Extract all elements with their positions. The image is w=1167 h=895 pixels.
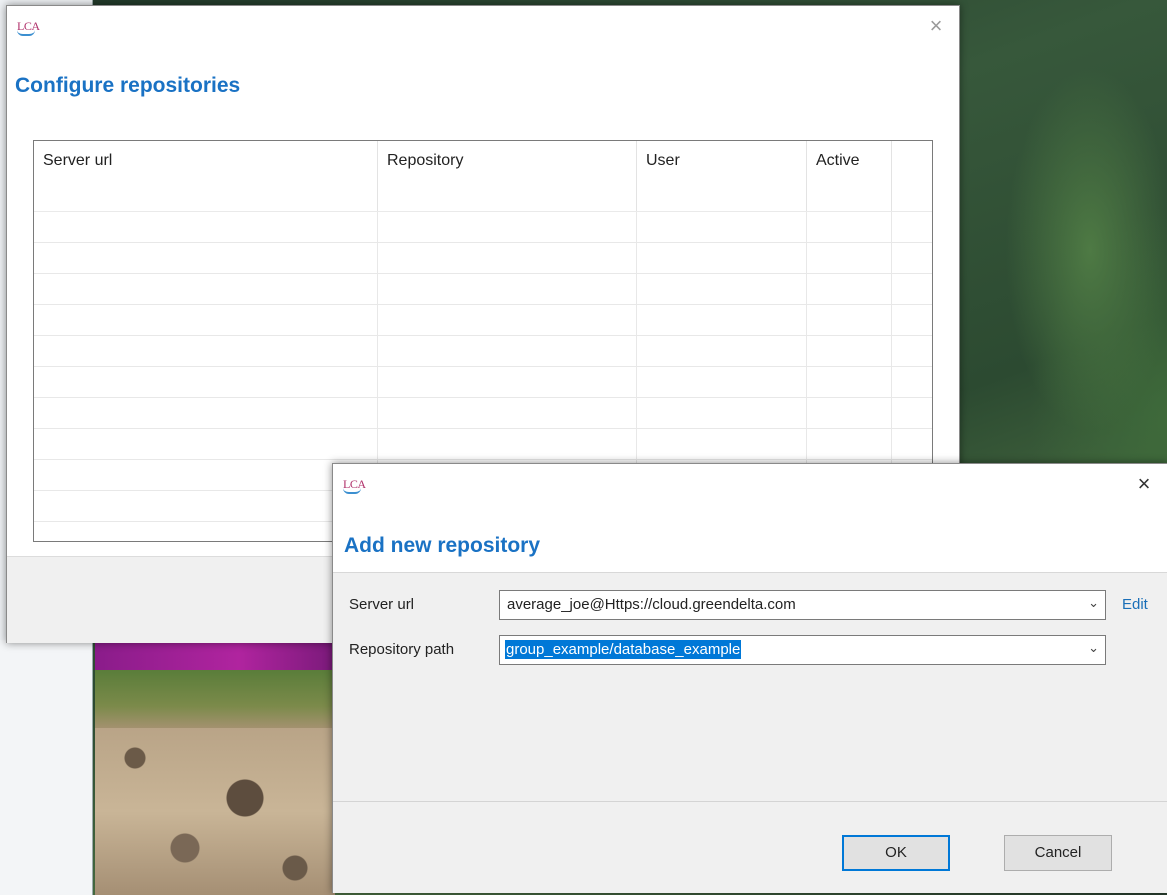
table-row [34,336,932,367]
table-cell [34,212,378,242]
lca-app-icon: LCA [17,20,40,36]
table-cell [807,243,892,273]
table-cell [807,305,892,335]
server-url-row: Server url average_joe@Https://cloud.gre… [349,590,1159,620]
chevron-down-icon[interactable]: ⌄ [1088,595,1099,611]
table-cell [378,367,637,397]
table-cell [892,367,930,397]
lca-app-icon: LCA [343,478,366,494]
table-cell [378,398,637,428]
column-header-filler [892,141,930,211]
table-cell [892,212,930,242]
table-cell [892,243,930,273]
close-icon[interactable]: × [1129,472,1159,496]
dialog-footer: OK Cancel [333,801,1167,893]
repository-path-row: Repository path group_example/database_e… [349,635,1119,665]
cancel-button[interactable]: Cancel [1004,835,1112,871]
dialog-titlebar[interactable]: LCA × [333,464,1167,504]
table-cell [34,429,378,459]
image-rocks [95,728,335,895]
table-row [34,367,932,398]
table-cell [34,491,378,521]
dialog-titlebar[interactable]: LCA × [7,6,959,48]
table-cell [378,212,637,242]
table-cell [807,336,892,366]
table-cell [892,336,930,366]
table-cell [378,429,637,459]
table-cell [34,522,378,541]
table-cell [807,398,892,428]
table-row [34,274,932,305]
table-cell [807,429,892,459]
table-cell [378,274,637,304]
table-cell [378,336,637,366]
table-cell [892,274,930,304]
table-cell [807,274,892,304]
table-row [34,305,932,336]
column-header-server-url[interactable]: Server url [34,141,378,211]
image-purple-band [95,640,335,670]
table-row [34,429,932,460]
repository-path-combo[interactable]: group_example/database_example ⌄ [499,635,1106,665]
table-cell [892,429,930,459]
table-cell [637,336,807,366]
table-cell [34,243,378,273]
table-cell [637,212,807,242]
table-cell [637,243,807,273]
dialog-title: Add new repository [344,534,541,557]
column-header-active[interactable]: Active [807,141,892,211]
table-cell [637,274,807,304]
table-cell [34,398,378,428]
table-cell [378,243,637,273]
table-row [34,243,932,274]
image-grass [95,670,335,730]
close-icon[interactable]: × [921,14,951,38]
table-cell [637,398,807,428]
chevron-down-icon[interactable]: ⌄ [1088,640,1099,656]
table-cell [807,367,892,397]
table-cell [637,429,807,459]
dialog-header: Configure repositories [7,48,959,111]
table-row [34,398,932,429]
repository-path-label: Repository path [349,641,455,658]
edit-server-link[interactable]: Edit [1122,596,1148,613]
table-cell [892,305,930,335]
column-header-user[interactable]: User [637,141,807,211]
table-row [34,212,932,243]
server-url-combo[interactable]: average_joe@Https://cloud.greendelta.com… [499,590,1106,620]
ok-button[interactable]: OK [842,835,950,871]
table-cell [34,336,378,366]
dialog-title: Configure repositories [15,74,241,97]
server-url-label: Server url [349,596,415,613]
table-cell [378,305,637,335]
table-cell [807,212,892,242]
dialog-header: Add new repository [333,504,1167,573]
add-new-repository-dialog: LCA × Add new repository Server url aver… [332,463,1167,893]
server-url-value: average_joe@Https://cloud.greendelta.com [507,596,796,613]
column-header-repository[interactable]: Repository [378,141,637,211]
repository-path-value[interactable]: group_example/database_example [505,640,742,659]
table-header: Server url Repository User Active [34,141,932,212]
table-cell [637,367,807,397]
table-cell [34,274,378,304]
table-cell [637,305,807,335]
table-cell [34,367,378,397]
table-cell [34,305,378,335]
dialog-body: Server url average_joe@Https://cloud.gre… [333,573,1167,801]
table-cell [34,460,378,490]
table-cell [892,398,930,428]
